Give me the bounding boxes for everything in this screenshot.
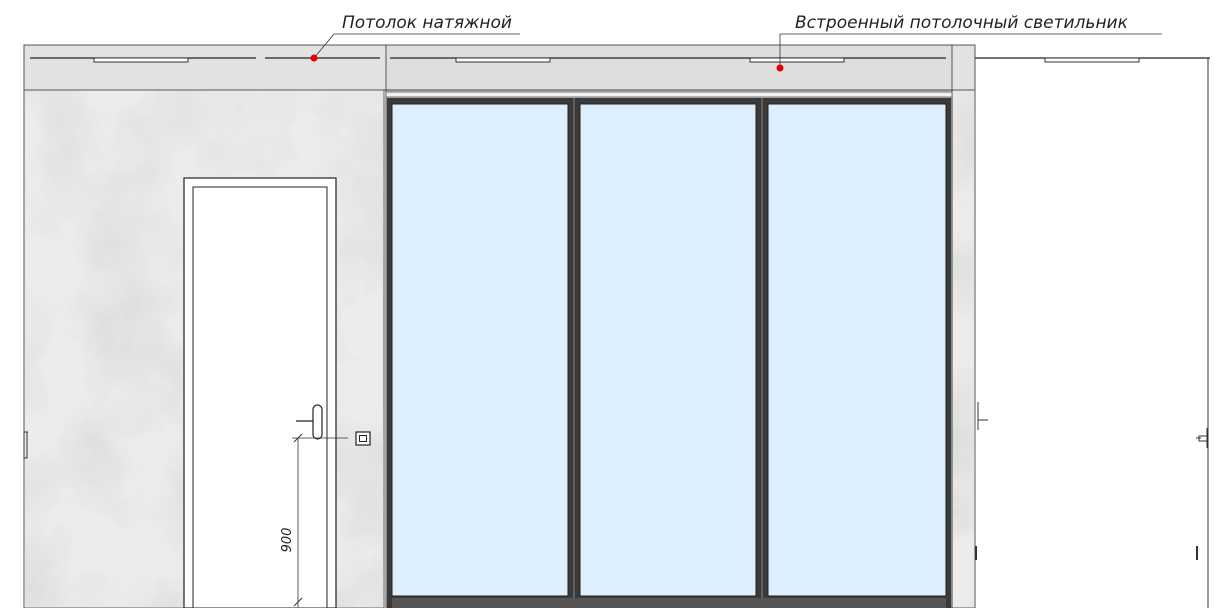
right-wall-strip: [951, 89, 976, 608]
dimension-label: 900: [280, 528, 295, 553]
ceiling-label: Потолок натяжной: [342, 13, 512, 33]
elevation-drawing: 900 Потолок натяжной Встроенный потолочн…: [0, 0, 1230, 608]
ceiling-light-4: [1044, 57, 1140, 63]
ceiling-band: [23, 44, 1210, 91]
glass-panel-1: [391, 103, 569, 597]
glass-panel-2: [579, 103, 757, 597]
light-switch-icon: [355, 431, 371, 446]
glass-panel-3: [767, 103, 947, 597]
far-right-door-handle-icon: [1196, 58, 1209, 608]
glass-partition: [385, 89, 953, 608]
ceiling-light-2: [455, 57, 551, 63]
elevation-svg: 900 Потолок натяжной Встроенный потолочн…: [23, 13, 1210, 608]
light-label: Встроенный потолочный светильник: [795, 13, 1129, 33]
right-door-handle-icon: [975, 402, 988, 560]
door-icon: [183, 177, 337, 608]
ceiling-light-1: [93, 57, 189, 63]
ceiling-light-3: [749, 57, 845, 63]
